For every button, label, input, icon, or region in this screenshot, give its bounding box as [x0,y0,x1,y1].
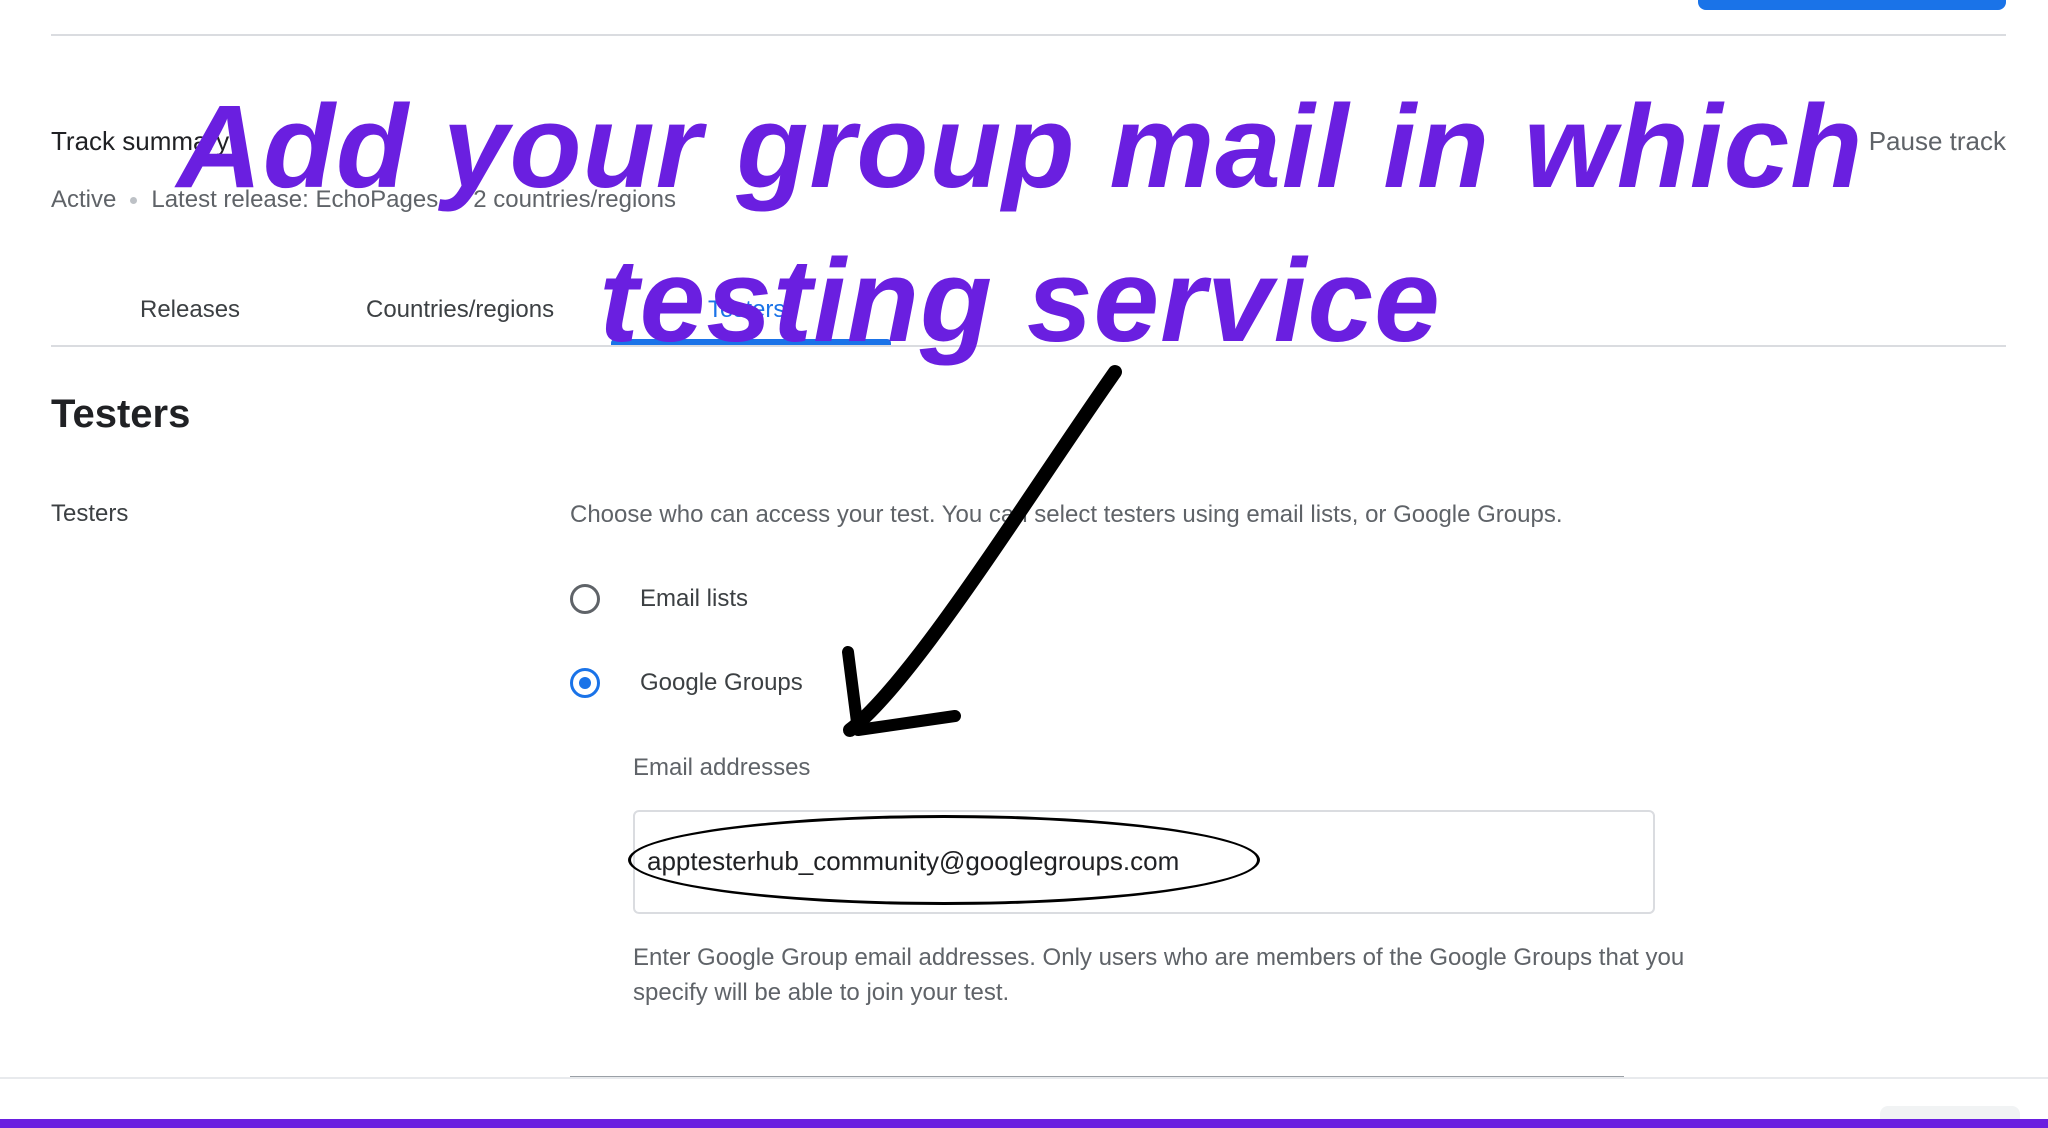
annotation-arrow-icon [842,365,1122,737]
